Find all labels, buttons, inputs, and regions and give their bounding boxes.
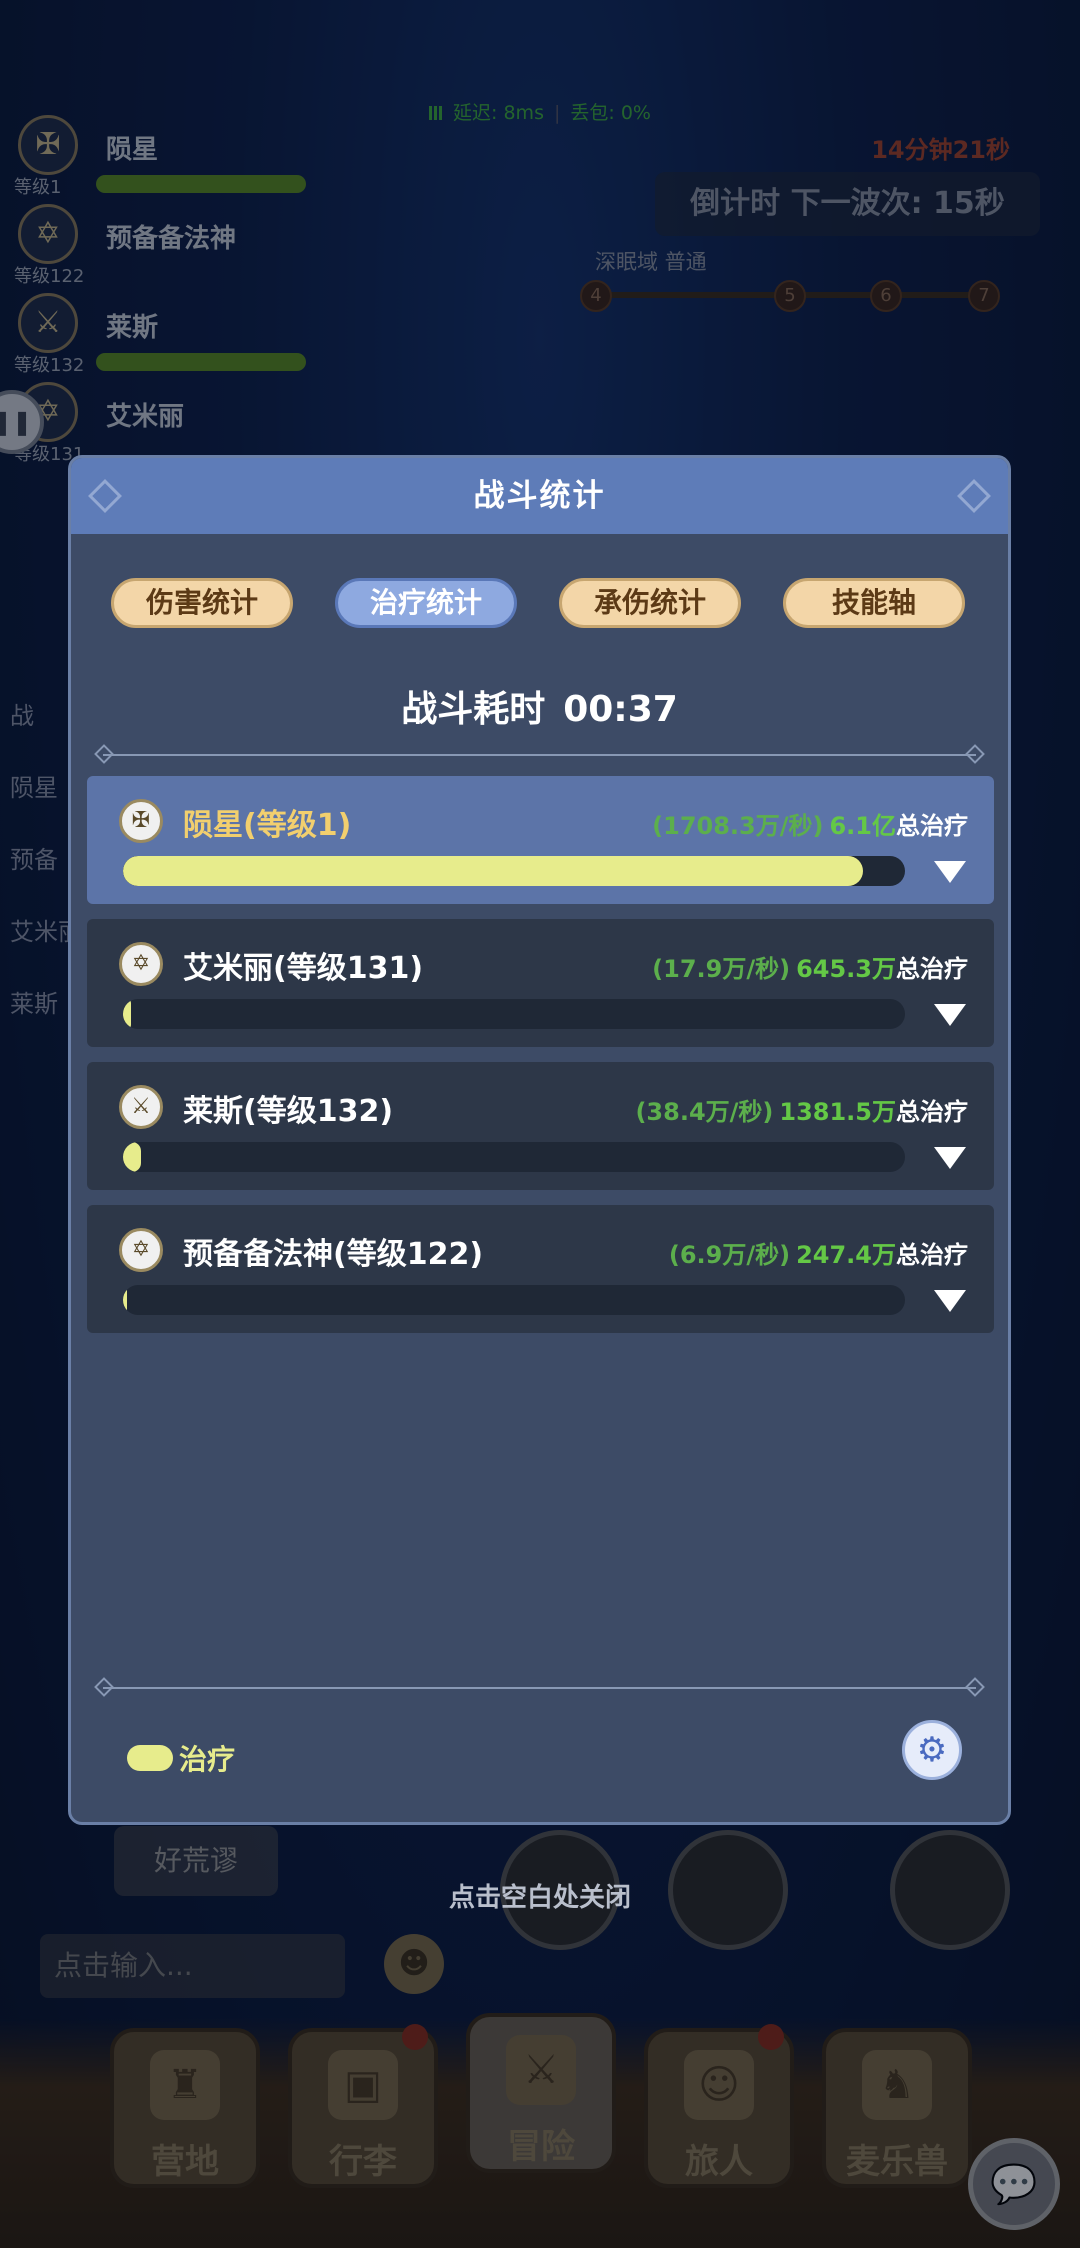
heal-bar-track — [123, 1142, 905, 1172]
heal-bar-track — [123, 999, 905, 1029]
battle-duration: 战斗耗时 00:37 — [71, 680, 1008, 732]
battle-stats-dialog: 战斗统计 伤害统计 治疗统计 承伤统计 技能轴 战斗耗时 00:37 ✠ 陨星(等… — [68, 455, 1011, 1825]
duration-value: 00:37 — [563, 689, 678, 730]
heal-total-label: 总治疗 — [896, 812, 968, 840]
player-name: 莱斯(等级132) — [183, 1094, 394, 1129]
close-hint[interactable]: 点击空白处关闭 — [0, 1877, 1080, 1914]
heal-bar-fill — [123, 1285, 127, 1315]
heal-total: 6.1亿 — [829, 812, 896, 840]
heal-total: 1381.5万 — [779, 1098, 896, 1126]
player-name: 陨星(等级1) — [183, 808, 352, 843]
stat-row[interactable]: ✡ 预备备法神(等级122) (6.9万/秒) 247.4万总治疗 — [87, 1205, 994, 1333]
stat-row[interactable]: ⚔ 莱斯(等级132) (38.4万/秒) 1381.5万总治疗 — [87, 1062, 994, 1190]
tab-skill-timeline[interactable]: 技能轴 — [783, 578, 965, 628]
stat-row[interactable]: ✠ 陨星(等级1) (1708.3万/秒) 6.1亿总治疗 — [87, 776, 994, 904]
diamond-ornament-icon — [957, 479, 991, 513]
gear-icon[interactable]: ⚙ — [902, 1720, 962, 1780]
heal-stats-list: ✠ 陨星(等级1) (1708.3万/秒) 6.1亿总治疗 ✡ 艾米丽(等级131… — [87, 776, 994, 1348]
expand-triangle-icon[interactable] — [934, 1147, 966, 1169]
expand-triangle-icon[interactable] — [934, 1004, 966, 1026]
heal-total-label: 总治疗 — [896, 1241, 968, 1269]
heal-summary: (6.9万/秒) 247.4万总治疗 — [669, 1235, 968, 1270]
heal-bar-track — [123, 856, 905, 886]
stat-row[interactable]: ✡ 艾米丽(等级131) (17.9万/秒) 645.3万总治疗 — [87, 919, 994, 1047]
heal-summary: (1708.3万/秒) 6.1亿总治疗 — [652, 806, 968, 841]
diamond-ornament-icon — [88, 479, 122, 513]
divider — [103, 1687, 976, 1689]
heal-summary: (38.4万/秒) 1381.5万总治疗 — [635, 1092, 968, 1127]
heal-bar-fill — [123, 999, 132, 1029]
tab-healing[interactable]: 治疗统计 — [335, 578, 517, 628]
duration-label: 战斗耗时 — [401, 689, 546, 730]
expand-triangle-icon[interactable] — [934, 1290, 966, 1312]
legend-swatch — [127, 1745, 173, 1771]
heal-total: 247.4万 — [796, 1241, 896, 1269]
dialog-header: 战斗统计 — [71, 458, 1008, 534]
heal-total-label: 总治疗 — [896, 1098, 968, 1126]
hexagram-emblem-icon: ✡ — [119, 942, 163, 986]
tab-damage[interactable]: 伤害统计 — [111, 578, 293, 628]
heal-rate: (6.9万/秒) — [668, 1241, 791, 1269]
heal-bar-fill — [123, 1142, 141, 1172]
cross-emblem-icon: ✠ — [119, 799, 163, 843]
heal-rate: (38.4万/秒) — [635, 1098, 774, 1126]
player-name: 艾米丽(等级131) — [183, 951, 424, 986]
sword-emblem-icon: ⚔ — [119, 1085, 163, 1129]
hexagram-emblem-icon: ✡ — [119, 1228, 163, 1272]
divider — [103, 754, 976, 756]
stats-tabs: 伤害统计 治疗统计 承伤统计 技能轴 — [111, 578, 968, 628]
legend-label: 治疗 — [179, 1743, 236, 1776]
heal-rate: (17.9万/秒) — [652, 955, 791, 983]
expand-triangle-icon[interactable] — [934, 861, 966, 883]
tab-damage-taken[interactable]: 承伤统计 — [559, 578, 741, 628]
heal-bar-fill — [123, 856, 863, 886]
legend: 治疗 — [127, 1738, 235, 1778]
heal-rate: (1708.3万/秒) — [652, 812, 824, 840]
dialog-title: 战斗统计 — [473, 478, 606, 514]
player-name: 预备备法神(等级122) — [183, 1237, 484, 1272]
heal-total: 645.3万 — [796, 955, 896, 983]
heal-summary: (17.9万/秒) 645.3万总治疗 — [652, 949, 968, 984]
heal-bar-track — [123, 1285, 905, 1315]
heal-total-label: 总治疗 — [896, 955, 968, 983]
